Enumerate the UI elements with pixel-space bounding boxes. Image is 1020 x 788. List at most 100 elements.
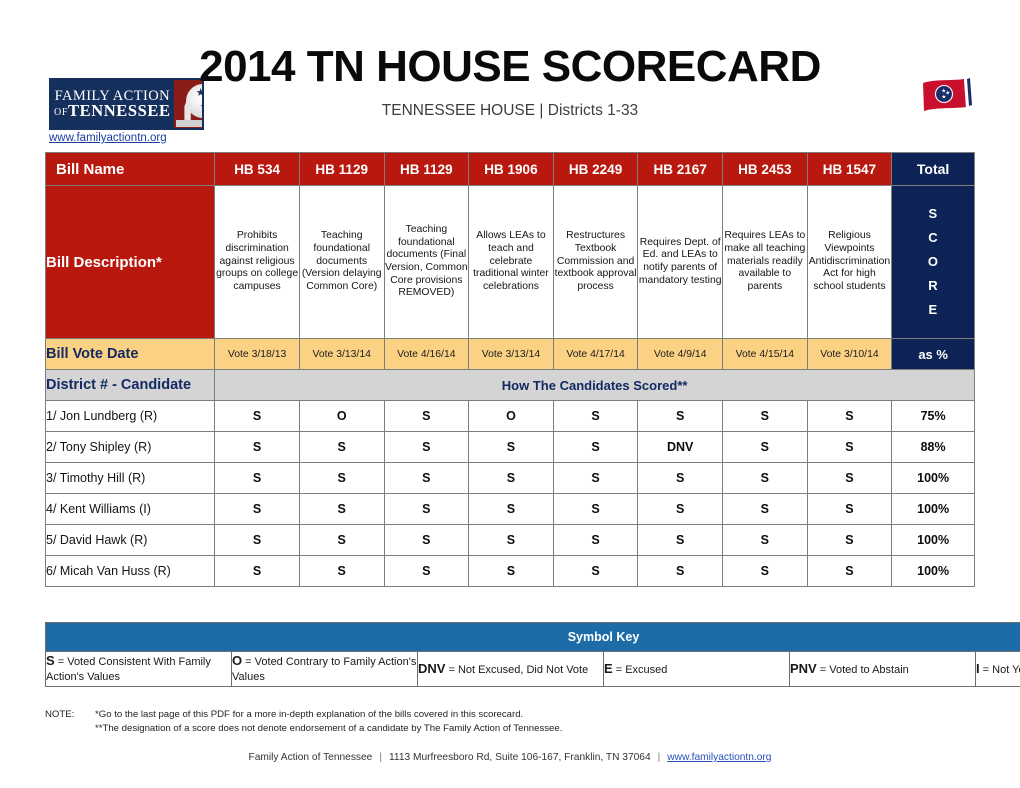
vote-mark: S — [722, 400, 808, 432]
vote-mark: S — [298, 493, 385, 525]
footer-address: 1113 Murfreesboro Rd, Suite 106-167, Fra… — [389, 752, 651, 763]
bill-header-0: HB 534 — [214, 152, 300, 186]
symbol-key-definition: = Voted Consistent With Family Action's … — [46, 656, 211, 684]
vote-mark: S — [383, 431, 470, 463]
table-row[interactable]: 2/ Tony Shipley (R) S S S S S DNV S S 88… — [44, 431, 975, 463]
bill-description-0: Prohibits discrimination against religio… — [214, 185, 300, 339]
vote-mark: S — [806, 431, 893, 463]
bill-name-label: Bill Name — [44, 152, 216, 186]
vote-mark: S — [552, 493, 639, 525]
symbol-key-header-row: Symbol Key — [45, 622, 1020, 652]
vote-mark: S — [383, 555, 470, 587]
candidate-name: 2/ Tony Shipley (R) — [44, 431, 216, 463]
vote-mark: S — [637, 493, 724, 525]
vote-date-7: Vote 3/10/14 — [806, 338, 893, 370]
vote-mark: S — [552, 400, 639, 432]
vote-mark: S — [806, 493, 893, 525]
table-row[interactable]: 4/ Kent Williams (I) S S S S S S S S 100… — [44, 493, 975, 525]
notes-block: NOTE: *Go to the last page of this PDF f… — [45, 708, 562, 736]
vote-mark: S — [298, 524, 385, 556]
symbol-key-definition: = Not Yet Seated — [982, 663, 1020, 676]
page-title: 2014 TN HOUSE SCORECARD — [199, 42, 821, 91]
vote-mark: S — [722, 555, 808, 587]
symbol-key-definition: = Not Excused, Did Not Vote — [445, 663, 589, 676]
bill-header-5: HB 2167 — [637, 152, 724, 186]
footer-url-link[interactable]: www.familyactiontn.org — [667, 752, 771, 763]
bill-header-3: HB 1906 — [468, 152, 554, 186]
symbol-key-entry-e: E = Excused — [603, 651, 790, 687]
site-url-link[interactable]: www.familyactiontn.org — [49, 132, 167, 144]
district-candidate-row: District # - Candidate How The Candidate… — [44, 369, 975, 401]
notes-body: *Go to the last page of this PDF for a m… — [95, 708, 562, 736]
bill-name-row: Bill Name HB 534 HB 1129 HB 1129 HB 1906… — [44, 152, 975, 186]
candidate-total: 88% — [891, 431, 975, 463]
vote-mark: S — [214, 524, 300, 556]
vote-mark: S — [298, 555, 385, 587]
bill-header-6: HB 2453 — [722, 152, 808, 186]
symbol-key-entry-s: S = Voted Consistent With Family Action'… — [45, 651, 232, 687]
table-row[interactable]: 6/ Micah Van Huss (R) S S S S S S S S 10… — [44, 555, 975, 587]
bill-header-7: HB 1547 — [806, 152, 893, 186]
as-percent-label: as % — [891, 338, 975, 370]
bill-header-2: HB 1129 — [383, 152, 470, 186]
score-vertical-label: SCORE — [891, 185, 975, 339]
candidate-name: 3/ Timothy Hill (R) — [44, 462, 216, 494]
footer-org: Family Action of Tennessee — [248, 752, 373, 763]
candidate-total: 75% — [891, 400, 975, 432]
symbol-key-title: Symbol Key — [45, 622, 1020, 652]
vote-mark: S — [637, 524, 724, 556]
vote-date-6: Vote 4/15/14 — [722, 338, 808, 370]
vote-mark: S — [214, 462, 300, 494]
vote-date-1: Vote 3/13/14 — [298, 338, 385, 370]
table-row[interactable]: 1/ Jon Lundberg (R) S O S O S S S S 75% — [44, 400, 975, 432]
vote-mark: S — [214, 555, 300, 587]
symbol-key-definition: = Voted Contrary to Family Action's Valu… — [232, 656, 417, 684]
vote-mark: S — [637, 400, 724, 432]
table-row[interactable]: 3/ Timothy Hill (R) S S S S S S S S 100% — [44, 462, 975, 494]
svg-text:★: ★ — [941, 94, 946, 100]
notes-label: NOTE: — [45, 709, 75, 720]
bill-description-3: Allows LEAs to teach and celebrate tradi… — [468, 185, 554, 339]
vote-date-5: Vote 4/9/14 — [637, 338, 724, 370]
vote-mark: S — [806, 524, 893, 556]
scored-banner: How The Candidates Scored** — [214, 369, 975, 401]
vote-date-2: Vote 4/16/14 — [383, 338, 470, 370]
note-line-1: *Go to the last page of this PDF for a m… — [95, 709, 524, 720]
bill-description-5: Requires Dept. of Ed. and LEAs to notify… — [637, 185, 724, 339]
symbol-key-symbol: E — [604, 660, 613, 676]
vote-mark: S — [806, 400, 893, 432]
candidate-name: 1/ Jon Lundberg (R) — [44, 400, 216, 432]
vote-mark: S — [722, 524, 808, 556]
vote-mark: S — [298, 462, 385, 494]
bill-header-1: HB 1129 — [298, 152, 385, 186]
vote-mark: O — [298, 400, 385, 432]
vote-mark: S — [383, 462, 470, 494]
vote-mark: S — [214, 431, 300, 463]
symbol-key-entry-pnv: PNV = Voted to Abstain — [789, 651, 976, 687]
scorecard-table: Bill Name HB 534 HB 1129 HB 1129 HB 1906… — [44, 152, 975, 587]
footer-separator-2: | — [657, 752, 661, 763]
candidate-name: 6/ Micah Van Huss (R) — [44, 555, 216, 587]
bill-description-1: Teaching foundational documents (Version… — [298, 185, 385, 339]
bill-vote-date-label: Bill Vote Date — [44, 338, 216, 370]
vote-mark: S — [298, 431, 385, 463]
vote-mark: S — [806, 462, 893, 494]
page-subtitle: TENNESSEE HOUSE | Districts 1-33 — [381, 102, 639, 119]
candidate-total: 100% — [891, 462, 975, 494]
vote-mark: S — [383, 524, 470, 556]
vote-mark: S — [468, 462, 554, 494]
vote-mark: S — [468, 431, 554, 463]
symbol-key-entry-i: I = Not Yet Seated — [975, 651, 1020, 687]
vote-mark: DNV — [637, 431, 724, 463]
vote-mark: S — [722, 462, 808, 494]
vote-mark: S — [383, 493, 470, 525]
bill-description-4: Restructures Textbook Commission and tex… — [552, 185, 639, 339]
bill-header-4: HB 2249 — [552, 152, 639, 186]
emblem-base-shape — [175, 120, 202, 127]
note-line-2: **The designation of a score does not de… — [95, 722, 563, 734]
bill-description-7: Religious Viewpoints Antidiscrimination … — [806, 185, 893, 339]
footer-separator-1: | — [379, 752, 382, 763]
bill-vote-date-row: Bill Vote Date Vote 3/18/13 Vote 3/13/14… — [44, 338, 975, 370]
table-row[interactable]: 5/ David Hawk (R) S S S S S S S S 100% — [44, 524, 975, 556]
vote-mark: S — [722, 493, 808, 525]
